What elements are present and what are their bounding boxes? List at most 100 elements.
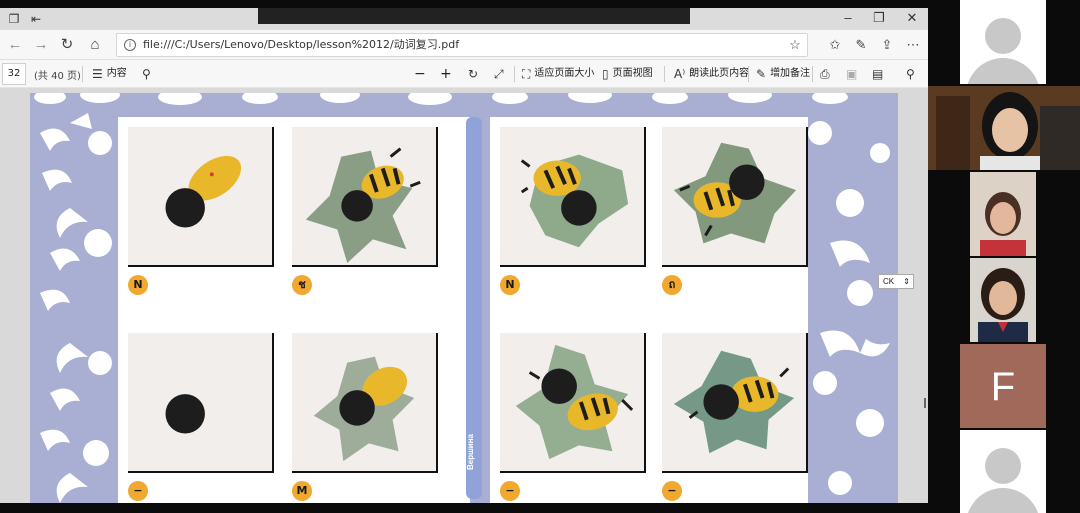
page-spine: Вершина xyxy=(466,117,482,499)
participant-tile-2[interactable] xyxy=(928,86,1080,170)
rotate-icon: ↻ xyxy=(468,67,479,81)
avatar-head-icon xyxy=(985,18,1021,54)
painting-card-4 xyxy=(662,127,808,267)
badge-2: ช xyxy=(292,275,312,295)
contents-label: 内容 xyxy=(106,68,127,79)
avatar-head-icon xyxy=(985,448,1021,484)
list-icon: ☰ xyxy=(92,67,103,81)
home-icon[interactable]: ⌂ xyxy=(86,36,104,54)
divider xyxy=(664,66,665,82)
painting-card-2 xyxy=(292,127,438,267)
avatar-body-icon xyxy=(966,58,1040,84)
tab-actions-icon[interactable]: ❐ xyxy=(6,11,22,27)
participant-initial: F xyxy=(990,365,1016,409)
participant-tile-4[interactable] xyxy=(970,258,1036,342)
favorite-star-icon[interactable]: ☆ xyxy=(786,36,804,54)
pen-icon[interactable]: ✎ xyxy=(852,36,870,54)
note-pen-icon: ✎ xyxy=(756,67,767,81)
chevron-updown-icon: ⇕ xyxy=(903,277,910,286)
close-icon[interactable]: ✕ xyxy=(902,10,922,26)
url-text: file:///C:/Users/Lenovo/Desktop/lesson%2… xyxy=(143,38,460,51)
page-number-input[interactable]: 32 xyxy=(2,63,26,85)
screen: ❐ ⇤ – ❐ ✕ ← → ↻ ⌂ i file:///C:/Users/Len… xyxy=(0,0,1080,513)
search-button[interactable]: ⚲ xyxy=(142,66,151,82)
painting-card-6 xyxy=(292,333,438,473)
spine-label: Вершина xyxy=(466,434,475,470)
contents-button[interactable]: ☰ 内容 xyxy=(92,66,127,82)
pin-icon: ⚲ xyxy=(906,67,915,81)
save-button[interactable]: ▣ xyxy=(846,66,857,82)
painting-card-3 xyxy=(500,127,646,267)
read-aloud-label: 朗读此页内容 xyxy=(689,68,750,79)
favorites-icon[interactable]: ✩ xyxy=(826,36,844,54)
fullscreen-button[interactable]: ⤢ xyxy=(494,66,504,82)
expand-icon: ⤢ xyxy=(494,67,504,81)
fit-page-label: 适应页面大小 xyxy=(534,68,595,79)
pdf-page: Вершина N ช N ถ − M − − xyxy=(30,93,898,503)
black-dot-painting xyxy=(165,394,205,434)
add-note-button[interactable]: ✎ 增加备注 xyxy=(756,66,810,82)
divider xyxy=(812,66,813,82)
page-view-icon: ▯ xyxy=(602,67,609,81)
set-tabs-aside-icon[interactable]: ⇤ xyxy=(28,11,44,27)
badge-5: − xyxy=(128,481,148,501)
participant-tile-5[interactable]: F xyxy=(960,344,1046,428)
read-aloud-button[interactable]: A⁾ 朗读此页内容 xyxy=(674,66,749,82)
pin-toolbar-button[interactable]: ⚲ xyxy=(906,66,915,82)
divider xyxy=(748,66,749,82)
bee-flower-painting xyxy=(313,356,415,462)
back-arrow-icon[interactable]: ← xyxy=(6,36,24,54)
badge-7: − xyxy=(500,481,520,501)
zoom-select[interactable]: CK ⇕ xyxy=(878,274,914,289)
minimize-icon[interactable]: – xyxy=(838,10,858,25)
participant-tile-6[interactable] xyxy=(960,430,1046,513)
page-count: (共 40 页) xyxy=(34,71,81,82)
save-as-button[interactable]: ▤ xyxy=(872,66,883,82)
save-icon: ▣ xyxy=(846,67,858,81)
participant-video xyxy=(970,172,1036,256)
rotate-button[interactable]: ↻ xyxy=(468,66,478,82)
pdf-toolbar: 32 (共 40 页) ☰ 内容 ⚲ − + ↻ ⤢ ⛶ 适应页面大小 ▯ 页面… xyxy=(0,60,928,88)
avatar-body-icon xyxy=(966,488,1040,513)
participant-tile-3[interactable] xyxy=(970,172,1036,256)
scrollbar-thumb[interactable] xyxy=(924,398,926,408)
print-button[interactable]: ⎙ xyxy=(820,66,830,82)
zoom-select-value: CK xyxy=(883,277,895,286)
more-icon[interactable]: ⋯ xyxy=(904,36,922,54)
zoom-out-button[interactable]: − xyxy=(414,66,426,82)
badge-3: N xyxy=(500,275,520,295)
divider xyxy=(82,66,83,82)
bee-flower-painting xyxy=(515,344,634,460)
search-icon: ⚲ xyxy=(142,67,151,81)
address-bar: ← → ↻ ⌂ i file:///C:/Users/Lenovo/Deskto… xyxy=(0,30,928,60)
page-view-label: 页面视图 xyxy=(612,68,653,79)
video-panel: F xyxy=(928,0,1080,513)
divider xyxy=(514,66,515,82)
browser-window: ❐ ⇤ – ❐ ✕ ← → ↻ ⌂ i file:///C:/Users/Len… xyxy=(0,8,928,503)
info-icon[interactable]: i xyxy=(124,39,136,51)
zoom-in-button[interactable]: + xyxy=(440,66,452,82)
read-aloud-icon: A⁾ xyxy=(674,67,686,81)
bee-flower-painting xyxy=(673,350,795,454)
participant-video xyxy=(928,86,1080,170)
participant-tile-1[interactable] xyxy=(960,0,1046,84)
painting-card-7 xyxy=(500,333,646,473)
badge-8: − xyxy=(662,481,682,501)
page-view-button[interactable]: ▯ 页面视图 xyxy=(602,66,653,82)
forward-arrow-icon[interactable]: → xyxy=(32,36,50,54)
bee-flower-painting xyxy=(305,147,421,264)
title-bar: ❐ ⇤ – ❐ ✕ xyxy=(0,8,928,30)
print-icon: ⎙ xyxy=(820,67,830,81)
share-icon[interactable]: ⇪ xyxy=(878,36,896,54)
pdf-viewport[interactable]: Вершина N ช N ถ − M − − CK ⇕ xyxy=(0,88,928,503)
tab-strip xyxy=(258,8,690,24)
bee-body-painting xyxy=(165,155,242,228)
fit-page-icon: ⛶ xyxy=(522,67,531,81)
refresh-icon[interactable]: ↻ xyxy=(58,36,76,54)
painting-card-1 xyxy=(128,127,274,267)
restore-icon[interactable]: ❐ xyxy=(869,10,889,26)
badge-1: N xyxy=(128,275,148,295)
badge-6: M xyxy=(292,481,312,501)
fit-page-button[interactable]: ⛶ 适应页面大小 xyxy=(522,66,594,82)
url-field[interactable]: i file:///C:/Users/Lenovo/Desktop/lesson… xyxy=(116,33,808,57)
